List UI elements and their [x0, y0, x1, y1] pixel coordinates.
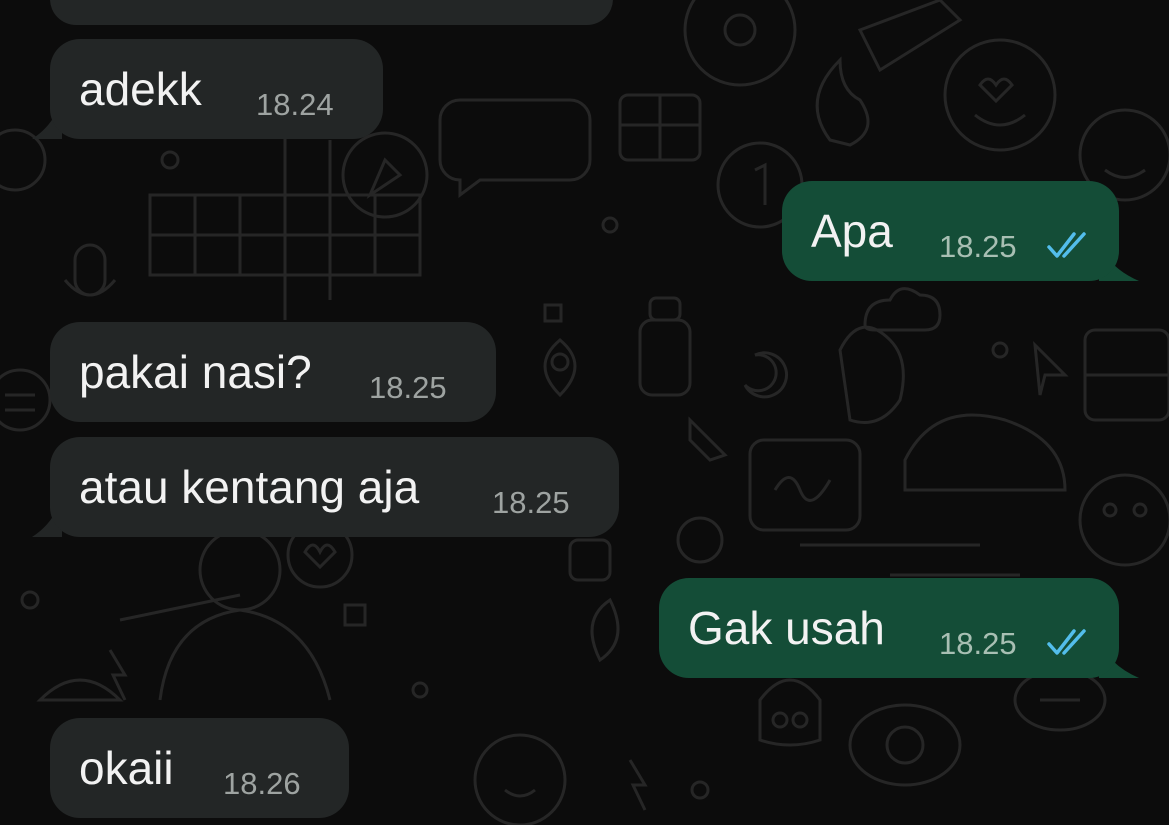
sun-doodle — [473, 733, 567, 825]
cap-doodle — [903, 413, 1067, 492]
message-incoming[interactable]: okaii 18.26 — [50, 718, 349, 818]
message-incoming[interactable]: adekk 18.24 — [50, 39, 383, 139]
message-time: 18.24 — [256, 87, 334, 122]
hand-doodle — [838, 325, 905, 424]
message-time: 18.26 — [223, 766, 301, 801]
crossword-doodle — [148, 120, 422, 320]
speech-doodle — [438, 98, 592, 198]
person-doodle — [198, 528, 282, 612]
message-text: atau kentang aja — [79, 461, 420, 513]
pencil-doodle — [857, 0, 963, 73]
turtle-doodle — [848, 703, 962, 787]
message-incoming[interactable]: pakai nasi? 18.25 — [50, 322, 496, 422]
message-outgoing[interactable]: Apa 18.25 — [782, 181, 1119, 281]
cursor-doodle — [1033, 340, 1069, 396]
message-text: Apa — [811, 205, 893, 257]
pin-doodle — [543, 338, 577, 398]
message-incoming[interactable] — [50, 0, 613, 25]
cloud-doodle — [863, 287, 942, 332]
message-time: 18.25 — [369, 370, 447, 405]
pushpin-doodle — [688, 416, 728, 462]
message-text: okaii — [79, 742, 174, 794]
flame-doodle — [815, 56, 870, 147]
mic-doodle — [73, 243, 107, 297]
message-incoming[interactable]: atau kentang aja 18.25 — [50, 437, 619, 537]
double-check-read-icon — [1047, 629, 1086, 655]
message-text: adekk — [79, 63, 202, 115]
chat-window[interactable]: adekk 18.24 Apa 18.25 pakai nasi? 18.25 … — [0, 0, 1169, 825]
wheel-doodle — [683, 0, 797, 87]
card-doodle — [748, 438, 862, 532]
bottle-doodle — [638, 318, 692, 397]
moon-doodle — [743, 351, 788, 399]
message-time: 18.25 — [939, 626, 1017, 661]
cat-doodle — [1078, 473, 1169, 567]
double-check-read-icon — [1047, 232, 1086, 258]
dice-doodle — [568, 538, 612, 582]
brush-doodle — [119, 593, 241, 622]
message-text: Gak usah — [688, 602, 885, 654]
message-time: 18.25 — [492, 485, 570, 520]
message-time: 18.25 — [939, 229, 1017, 264]
apple-doodle — [676, 516, 724, 564]
taco-doodle — [36, 678, 124, 702]
message-text: pakai nasi? — [79, 346, 312, 398]
compass-doodle — [341, 131, 429, 219]
plant-doodle — [590, 597, 620, 663]
ghost-doodle — [758, 678, 822, 747]
message-outgoing[interactable]: Gak usah 18.25 — [659, 578, 1119, 678]
